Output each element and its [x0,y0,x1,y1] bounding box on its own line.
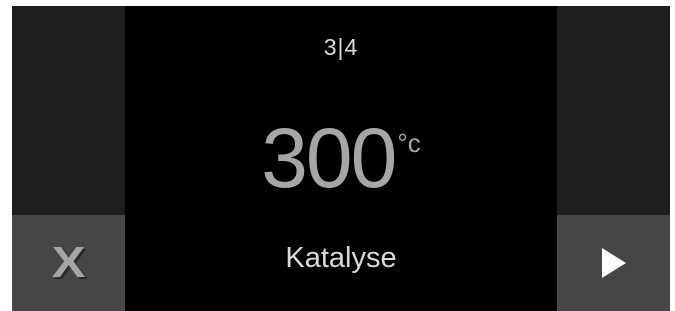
temperature-readout: 300°c [125,116,557,200]
cancel-button[interactable]: X [12,215,125,311]
play-arrow-icon [601,248,626,278]
program-name: Katalyse [285,242,397,274]
right-column [557,6,670,311]
main-panel: 3|4 300°c Katalyse [125,6,557,311]
oven-display: X 3|4 300°c Katalyse [12,6,670,311]
step-indicator: 3|4 [323,34,359,60]
next-button[interactable] [557,215,670,311]
left-column: X [12,6,125,311]
close-icon: X [51,238,86,287]
left-panel [12,6,125,215]
temperature-unit: °c [397,128,421,158]
right-panel [557,6,670,215]
temperature-value: 300 [261,111,397,205]
